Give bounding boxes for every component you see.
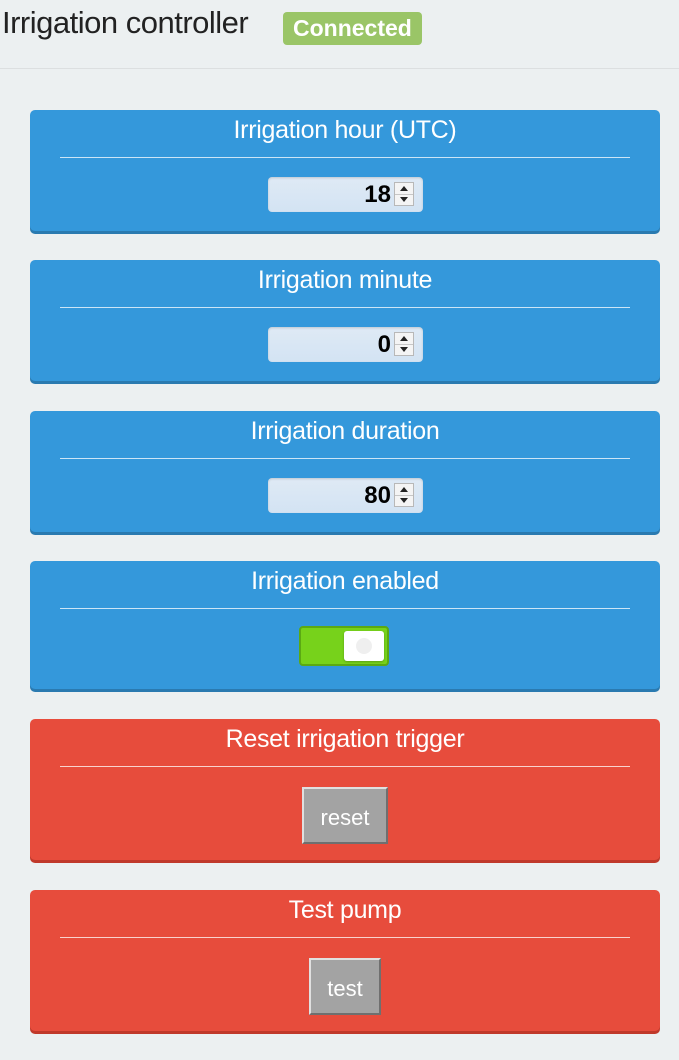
spin-down-button[interactable] [395,495,413,506]
hour-value: 18 [364,181,391,208]
minute-input[interactable]: 0 [268,327,423,362]
test-button[interactable]: test [309,958,381,1015]
card-irrigation-hour: Irrigation hour (UTC) 18 [30,110,660,231]
card-irrigation-enabled: Irrigation enabled [30,561,660,689]
duration-spinner[interactable] [394,483,414,507]
triangle-down-icon [400,347,408,352]
triangle-up-icon [400,487,408,492]
card-test-pump: Test pump test [30,890,660,1031]
toggle-knob [344,631,384,661]
card-irrigation-minute: Irrigation minute 0 [30,260,660,381]
page-title: Irrigation controller [2,5,249,40]
irrigation-enabled-toggle[interactable] [299,626,389,666]
duration-input[interactable]: 80 [268,478,423,513]
spin-down-button[interactable] [395,194,413,205]
divider [60,766,630,767]
divider [60,458,630,459]
app-header: Irrigation controller Connected [0,0,679,69]
triangle-up-icon [400,336,408,341]
triangle-down-icon [400,498,408,503]
card-title: Irrigation enabled [251,567,439,595]
reset-button[interactable]: reset [302,787,388,844]
minute-spinner[interactable] [394,332,414,356]
duration-value: 80 [364,482,391,509]
card-irrigation-duration: Irrigation duration 80 [30,411,660,532]
card-title: Reset irrigation trigger [225,725,465,753]
divider [60,937,630,938]
status-badge: Connected [283,12,422,45]
triangle-down-icon [400,197,408,202]
card-title: Irrigation minute [257,266,433,294]
card-title: Test pump [288,896,402,924]
card-reset-trigger: Reset irrigation trigger reset [30,719,660,860]
divider [60,157,630,158]
minute-value: 0 [377,331,391,358]
hour-input[interactable]: 18 [268,177,423,212]
triangle-up-icon [400,186,408,191]
hour-spinner[interactable] [394,182,414,206]
card-title: Irrigation hour (UTC) [233,116,457,144]
divider [60,608,630,609]
card-title: Irrigation duration [250,417,440,445]
spin-down-button[interactable] [395,344,413,355]
divider [60,307,630,308]
